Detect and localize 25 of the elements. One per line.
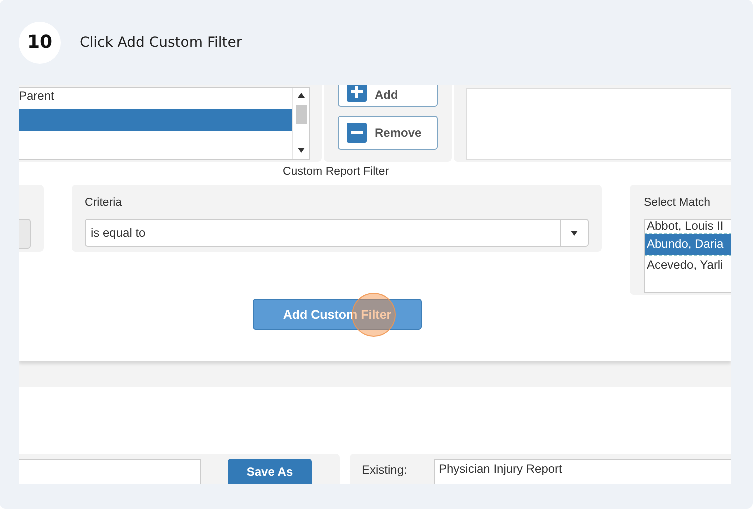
- list-item[interactable]: Abundo, Daria: [645, 234, 731, 255]
- list-item[interactable]: Acevedo, Yarli: [645, 255, 731, 276]
- step-number: 10: [19, 22, 61, 64]
- criteria-select[interactable]: is equal to: [85, 219, 589, 247]
- select-match-label: Select Match: [644, 196, 712, 211]
- field-listbox[interactable]: Parent: [19, 87, 310, 160]
- criteria-label: Criteria: [85, 196, 124, 211]
- scroll-thumb[interactable]: [296, 105, 306, 124]
- scroll-up-icon[interactable]: [298, 93, 304, 98]
- list-row[interactable]: Parent: [19, 88, 292, 108]
- plus-icon: [347, 85, 367, 102]
- list-item[interactable]: Abbot, Louis II: [645, 220, 731, 234]
- existing-report-field[interactable]: Physician Injury Report: [434, 459, 731, 484]
- match-listbox[interactable]: Abbot, Louis II Abundo, Daria Acevedo, Yarli: [644, 219, 731, 293]
- section-title: Custom Report Filter: [283, 166, 390, 180]
- save-as-button[interactable]: Save As: [228, 459, 312, 484]
- remove-button[interactable]: Remove: [338, 116, 438, 150]
- field-select[interactable]: [19, 219, 31, 249]
- scroll-down-icon[interactable]: [298, 148, 304, 153]
- report-name-field[interactable]: [19, 459, 201, 484]
- add-button[interactable]: Add: [338, 85, 438, 107]
- step-instruction: Click Add Custom Filter: [80, 34, 242, 50]
- scrollbar[interactable]: [292, 88, 309, 159]
- minus-icon: [347, 123, 367, 143]
- existing-label: Existing:: [362, 462, 408, 479]
